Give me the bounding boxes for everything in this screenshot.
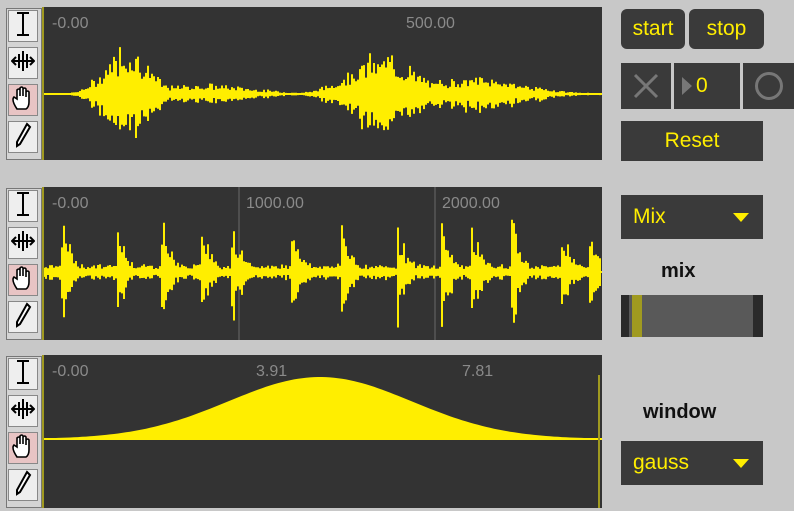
window-waveform[interactable]: -0.00 3.91 7.81 (42, 355, 602, 508)
waveform-trace (42, 219, 601, 328)
counter-value: 0 (696, 74, 708, 97)
ibeam-select-tool-button[interactable] (8, 10, 38, 42)
clear-button[interactable] (621, 63, 671, 109)
mix-slider-track (629, 295, 753, 337)
pencil-icon (14, 121, 32, 153)
tick-label: 2000.00 (442, 195, 500, 212)
circle-icon (754, 72, 783, 100)
move-icon (10, 230, 36, 257)
tick-label: 500.00 (406, 15, 455, 32)
start-button[interactable]: start (621, 9, 685, 49)
hand-icon (10, 265, 36, 296)
mix-slider-knob[interactable] (632, 295, 643, 337)
tick-label: 1000.00 (246, 195, 304, 212)
waveform-2[interactable]: -0.00 1000.00 2000.00 (42, 187, 602, 340)
hand-icon (10, 85, 36, 116)
ibeam-select-tool-button[interactable] (8, 190, 38, 222)
ibeam-select-icon (14, 191, 32, 222)
waveform-trace (42, 47, 601, 138)
pencil-icon (14, 301, 32, 333)
reset-button[interactable]: Reset (621, 121, 763, 161)
move-tool-button[interactable] (8, 47, 38, 79)
move-icon (10, 398, 36, 425)
window-label: window (643, 401, 717, 423)
chevron-down-icon (733, 213, 749, 222)
move-tool-button[interactable] (8, 395, 38, 427)
move-icon (10, 50, 36, 77)
ibeam-select-icon (14, 11, 32, 42)
move-tool-button[interactable] (8, 227, 38, 259)
waveform-1[interactable]: -0.00 500.00 (42, 7, 602, 160)
mix-slider[interactable] (621, 295, 763, 337)
pencil-tool-button[interactable] (8, 121, 38, 153)
stop-button[interactable]: stop (689, 9, 764, 49)
mix-label: mix (661, 260, 696, 282)
tick-label: 3.91 (256, 363, 288, 380)
window-waveform-plot (42, 355, 602, 508)
tick-label: -0.00 (52, 195, 89, 212)
record-toggle[interactable] (743, 63, 794, 109)
waveform-2-plot (42, 187, 602, 340)
waveform-1-plot (42, 7, 602, 160)
window-shape (42, 377, 598, 439)
mix-menu-value: Mix (633, 205, 666, 228)
hand-tool-button[interactable] (8, 264, 38, 296)
x-icon (633, 73, 659, 99)
ibeam-select-tool-button[interactable] (8, 358, 38, 390)
counter-number-box[interactable]: 0 (674, 63, 740, 109)
tick-label: -0.00 (52, 15, 89, 32)
tick-label: -0.00 (52, 363, 89, 380)
pencil-icon (14, 469, 32, 501)
hand-tool-button[interactable] (8, 84, 38, 116)
window-menu-value: gauss (633, 451, 690, 474)
hand-tool-button[interactable] (8, 432, 38, 464)
mix-menu[interactable]: Mix (621, 195, 763, 239)
hand-icon (10, 433, 36, 464)
ibeam-select-icon (14, 359, 32, 390)
pencil-tool-button[interactable] (8, 301, 38, 333)
tick-label: 7.81 (462, 363, 494, 380)
window-menu[interactable]: gauss (621, 441, 763, 485)
triangle-right-icon (682, 77, 692, 95)
pencil-tool-button[interactable] (8, 469, 38, 501)
chevron-down-icon (733, 459, 749, 468)
